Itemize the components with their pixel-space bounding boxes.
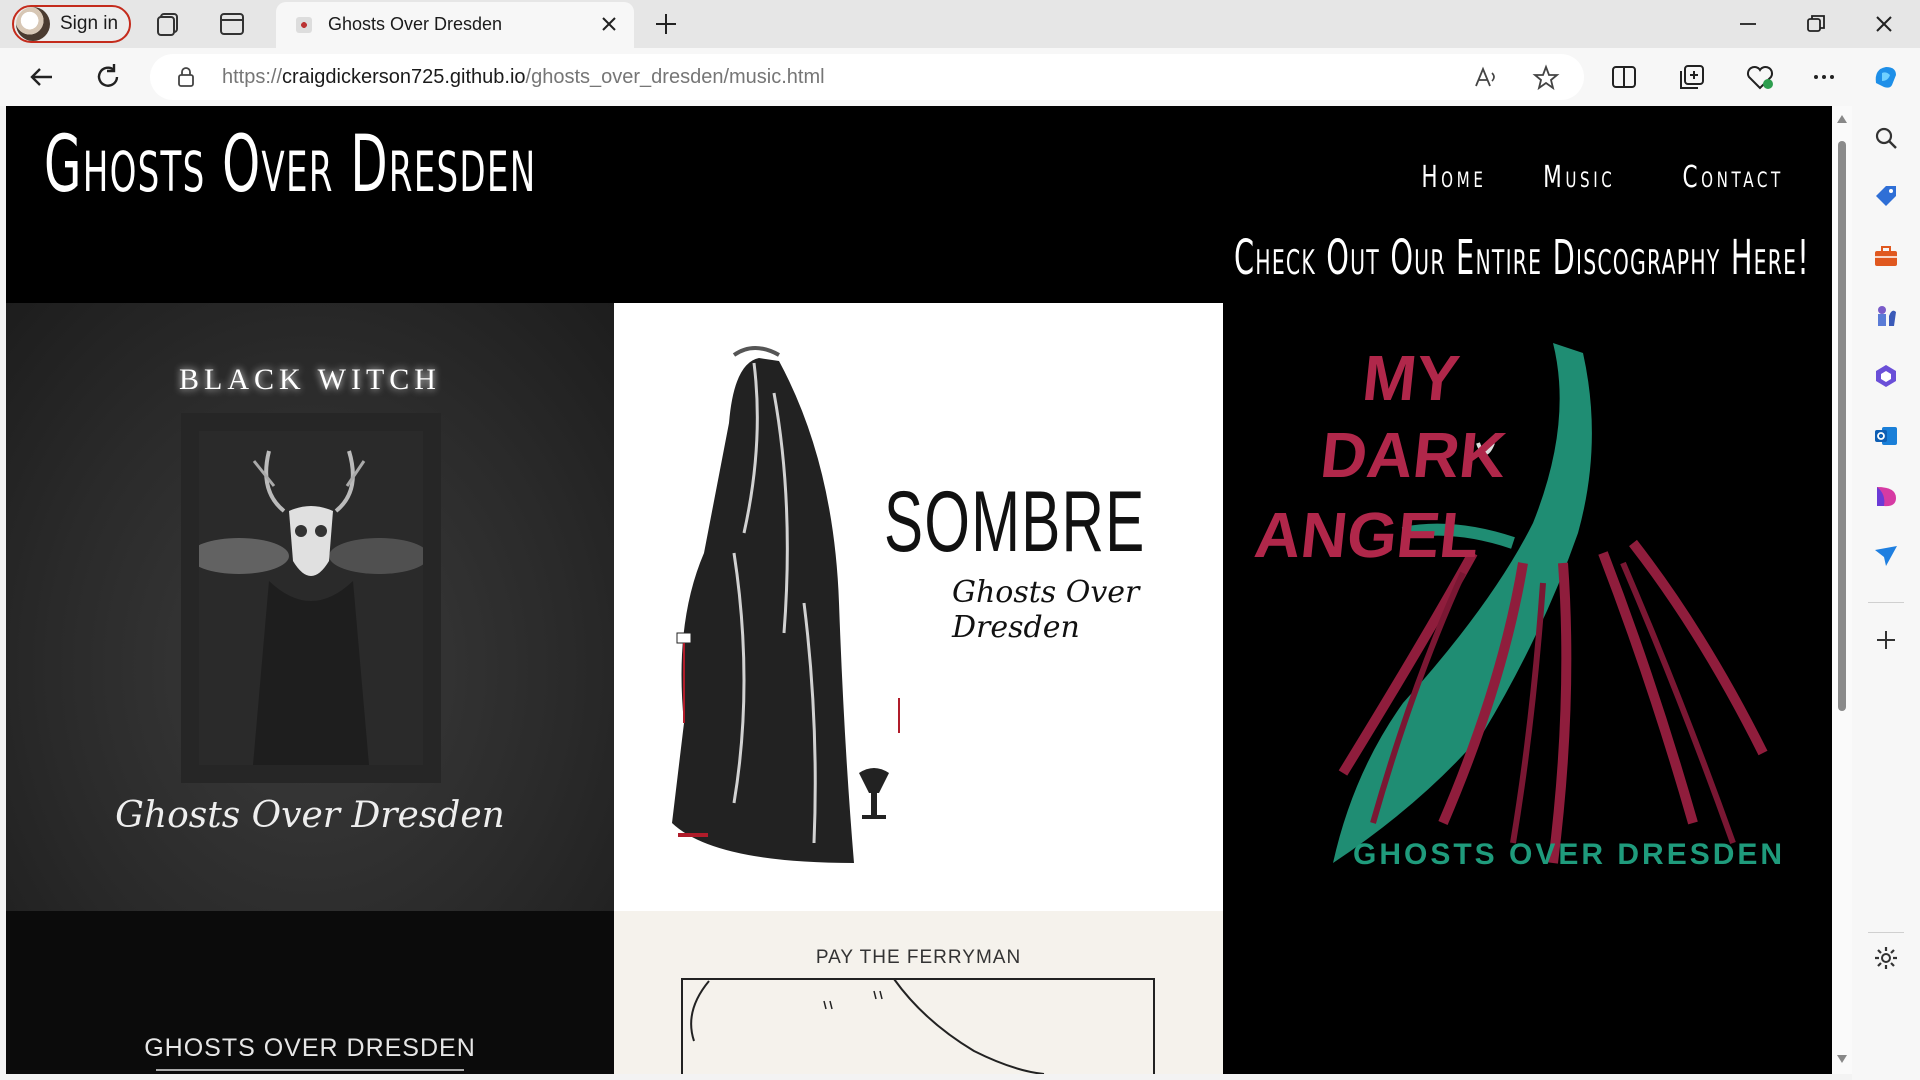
ferryman-artwork [681,978,1155,1074]
tab-title: Ghosts Over Dresden [328,14,503,34]
album-band: Ghosts Over Dresden [115,795,505,836]
restore-icon[interactable] [1802,10,1830,38]
outlook-icon[interactable] [1872,422,1900,450]
album-cover-4[interactable]: GHOSTS OVER DRESDEN [6,911,614,1074]
url-host: craigdickerson725.github.io [282,66,526,88]
scroll-up-icon[interactable] [1836,114,1848,124]
divider [156,1069,464,1071]
close-window-icon[interactable] [1870,10,1898,38]
album-cover-pay-the-ferryman[interactable]: PAY THE FERRYMAN [614,911,1223,1074]
close-tab-icon[interactable] [598,13,620,35]
read-aloud-icon[interactable] [1472,64,1500,92]
site-favicon-icon [296,17,312,33]
shopping-tag-icon[interactable] [1872,182,1900,210]
album-cover-black-witch[interactable]: BLACK WITCH Ghosts Over Dresden [6,303,614,911]
album-title-line2: DARK [1317,419,1510,491]
sidebar-divider [1868,602,1904,603]
browser-essentials-icon[interactable] [1744,61,1776,93]
nav-link-home[interactable]: Home [1422,160,1487,195]
collections-icon[interactable] [1676,61,1708,93]
split-screen-icon[interactable] [1608,61,1640,93]
album-cover-sombre[interactable]: SOMBRE Ghosts Over Dresden [614,303,1223,911]
page-scrollbar[interactable] [1832,106,1852,1074]
designer-icon[interactable] [1872,482,1900,510]
album-band: GHOSTS OVER DRESDEN [144,1034,476,1062]
new-tab-icon[interactable] [652,10,680,38]
search-icon[interactable] [1872,124,1900,152]
active-tab[interactable]: Ghosts Over Dresden [276,2,634,48]
refresh-icon[interactable] [92,61,124,93]
more-options-icon[interactable] [1808,61,1840,93]
add-sidebar-app-icon[interactable] [1872,626,1900,654]
album-title: BLACK WITCH [179,363,441,396]
copilot-icon[interactable] [1870,61,1902,93]
album-title-line3: ANGEL [1251,499,1483,571]
album-title-line1: MY [1359,342,1463,414]
cover-frame [181,413,441,783]
dark-angel-artwork [1333,343,1768,864]
favorite-star-icon[interactable] [1532,64,1560,92]
games-chess-icon[interactable] [1872,302,1900,330]
tab-strip: Sign in Ghosts Over Dresden [0,0,1920,48]
minimize-icon[interactable] [1734,10,1762,38]
album-band: Ghosts Over Dresden [952,575,1140,645]
tools-briefcase-icon[interactable] [1872,242,1900,270]
workspaces-icon[interactable] [155,10,183,38]
album-title: SOMBRE [884,474,1146,570]
settings-gear-icon[interactable] [1872,944,1900,972]
album-band: GHOSTS OVER DRESDEN [1353,838,1786,871]
url-text[interactable]: https://craigdickerson725.github.io/ghos… [222,66,825,89]
site-title[interactable]: Ghosts Over Dresden [44,120,536,210]
address-bar[interactable]: https://craigdickerson725.github.io/ghos… [150,54,1584,100]
scrollbar-thumb[interactable] [1838,141,1846,711]
back-arrow-icon[interactable] [26,61,58,93]
page-viewport: Ghosts Over Dresden Home Music Contact C… [6,106,1832,1074]
url-prefix: https:// [222,66,283,88]
nav-link-music[interactable]: Music [1543,160,1615,195]
skull-artwork [189,431,429,765]
nav-link-contact[interactable]: Contact [1683,160,1784,195]
page-tagline: Check Out Our Entire Discography Here! [1234,230,1810,286]
microsoft-365-icon[interactable] [1872,362,1900,390]
edge-sidebar [1852,106,1920,1080]
browser-toolbar: https://craigdickerson725.github.io/ghos… [0,48,1920,106]
window-bottom-edge [0,1074,1852,1080]
tab-actions-icon[interactable] [218,10,246,38]
lock-icon[interactable] [176,66,196,88]
site-nav: Home Music Contact [1396,160,1784,195]
url-path: /ghosts_over_dresden/music.html [525,66,825,88]
profile-signin-button[interactable]: Sign in [12,5,131,43]
signin-label: Sign in [60,13,119,34]
send-drop-icon[interactable] [1872,542,1900,570]
scroll-down-icon[interactable] [1836,1054,1848,1064]
sidebar-divider [1868,932,1904,933]
avatar [16,7,50,41]
album-cover-my-dark-angel[interactable]: MY DARK ANGEL GHOSTS OVER DRESDEN [1223,303,1832,911]
